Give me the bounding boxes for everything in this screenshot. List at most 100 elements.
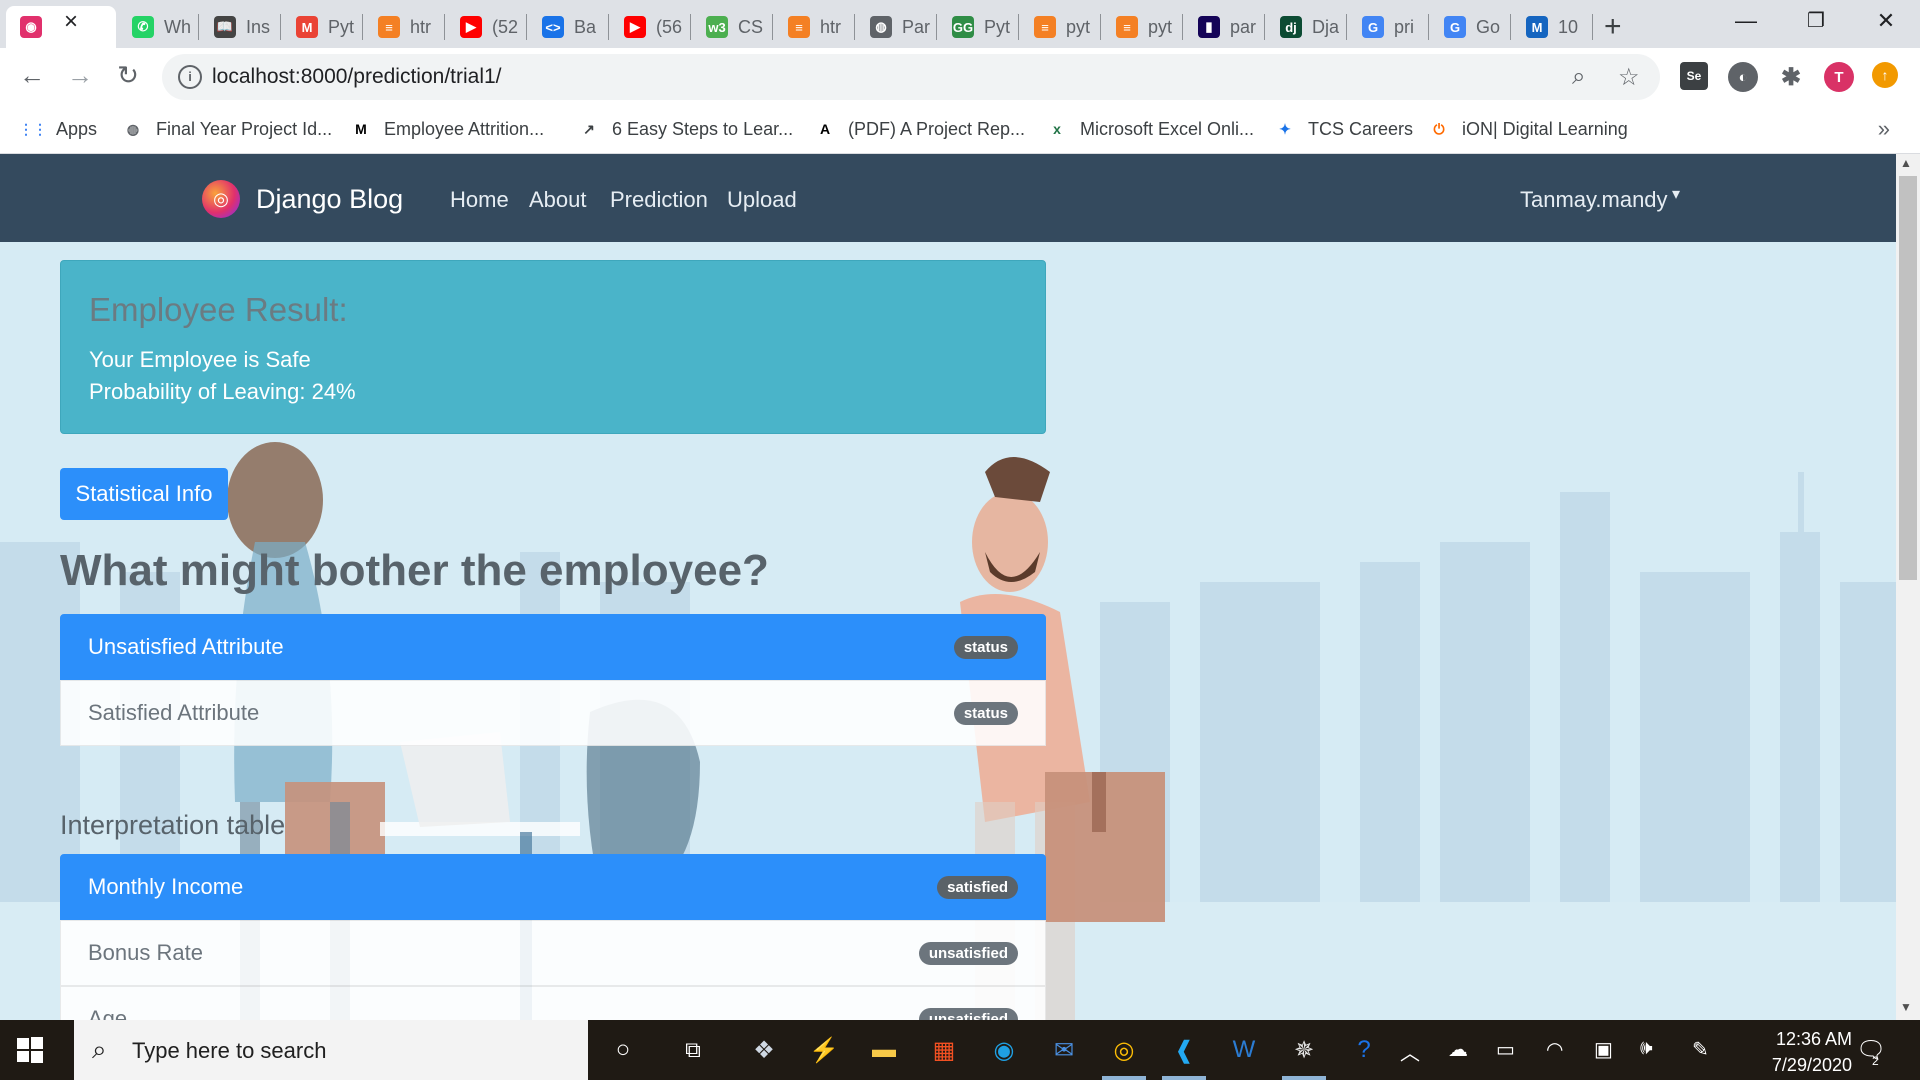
- browser-tab[interactable]: G Go: [1430, 6, 1510, 48]
- scroll-down-icon[interactable]: ▼: [1900, 1000, 1912, 1014]
- forward-button[interactable]: →: [62, 60, 98, 91]
- bookmark-star-icon[interactable]: ☆: [1618, 63, 1640, 92]
- browser-tab[interactable]: 📖 Ins: [200, 6, 280, 48]
- taskbar-search-placeholder[interactable]: Type here to search: [132, 1038, 326, 1064]
- attribute-list-item[interactable]: Satisfied Attribute status: [60, 680, 1046, 746]
- file-explorer-icon[interactable]: ▬: [866, 1032, 902, 1068]
- statistical-info-button[interactable]: Statistical Info: [60, 468, 228, 520]
- new-tab-button[interactable]: +: [1604, 10, 1622, 44]
- help-icon[interactable]: ?: [1346, 1032, 1382, 1068]
- mail-icon[interactable]: ✉: [1046, 1032, 1082, 1068]
- browser-tab[interactable]: w3 CS: [692, 6, 772, 48]
- volume-icon[interactable]: 🕪: [1640, 1037, 1653, 1060]
- browser-tab[interactable]: ≡ pyt: [1102, 6, 1182, 48]
- wifi-icon[interactable]: ◠: [1546, 1037, 1563, 1062]
- onedrive-icon[interactable]: ☁: [1448, 1037, 1468, 1062]
- status-badge: status: [953, 635, 1018, 659]
- browser-tab[interactable]: GG Pyt: [938, 6, 1018, 48]
- bookmark-item[interactable]: ⋮⋮ Apps: [19, 118, 97, 140]
- bookmark-item[interactable]: ⏻ iON| Digital Learning: [1428, 118, 1627, 140]
- browser-tab[interactable]: ✆ Wh: [118, 6, 198, 48]
- site-info-icon[interactable]: i: [178, 65, 202, 89]
- medium-icon: M: [355, 121, 367, 137]
- close-window-button[interactable]: ✕: [1866, 8, 1906, 34]
- nav-about[interactable]: About: [529, 187, 587, 213]
- tab-separator: [936, 14, 937, 40]
- reload-button[interactable]: ↻: [110, 60, 146, 91]
- extension-circle-icon[interactable]: ◐: [1728, 62, 1758, 92]
- back-button[interactable]: ←: [14, 60, 50, 91]
- table-row[interactable]: Monthly Income satisfied: [60, 854, 1046, 920]
- list-item-label: Unsatisfied Attribute: [88, 634, 284, 659]
- bookmark-item[interactable]: A (PDF) A Project Rep...: [814, 118, 1025, 140]
- employee-result-alert: Employee Result: Your Employee is Safe P…: [60, 260, 1046, 434]
- chevron-down-icon[interactable]: ▾: [1672, 184, 1680, 204]
- close-tab-icon[interactable]: ×: [64, 8, 78, 36]
- address-bar[interactable]: i localhost:8000/prediction/trial1/ ⌕ ☆: [162, 54, 1660, 100]
- browser-tab[interactable]: ▮ par: [1184, 6, 1264, 48]
- bookmark-label: Final Year Project Id...: [156, 118, 333, 139]
- network-graph-icon[interactable]: ✵: [1286, 1032, 1322, 1068]
- pen-icon[interactable]: ✎: [1692, 1037, 1709, 1062]
- attribute-list-item[interactable]: Unsatisfied Attribute status: [60, 614, 1046, 680]
- selenium-extension-icon[interactable]: Se: [1680, 62, 1708, 90]
- browser-tab[interactable]: <> Ba: [528, 6, 608, 48]
- table-row[interactable]: Bonus Rate unsatisfied: [60, 920, 1046, 986]
- browser-tab[interactable]: ▶ (52: [446, 6, 526, 48]
- browser-tab[interactable]: Gpri: [1348, 6, 1428, 48]
- display-icon[interactable]: ▣: [1594, 1037, 1613, 1062]
- browser-tab[interactable]: ▶ (56: [610, 6, 690, 48]
- more-bookmarks-icon[interactable]: »: [1878, 116, 1890, 142]
- cortana-icon[interactable]: ○: [605, 1032, 641, 1068]
- azure-data-studio-icon[interactable]: ⚡: [806, 1032, 842, 1068]
- table-row[interactable]: Age unsatisfied: [60, 986, 1046, 1020]
- profile-avatar[interactable]: T: [1824, 62, 1854, 92]
- scrollbar-thumb[interactable]: [1899, 176, 1917, 580]
- minimize-button[interactable]: —: [1726, 8, 1766, 34]
- user-menu[interactable]: Tanmay.mandy: [1520, 187, 1668, 213]
- word-icon[interactable]: W: [1226, 1032, 1262, 1068]
- chrome-icon[interactable]: ◎: [1106, 1032, 1142, 1068]
- edge-icon[interactable]: ◉: [986, 1032, 1022, 1068]
- taskbar-search-box[interactable]: ⌕ Type here to search: [74, 1020, 588, 1080]
- graph-app-active-indicator: [1282, 1076, 1326, 1080]
- browser-tab[interactable]: M Pyt: [282, 6, 362, 48]
- bookmark-item[interactable]: ◍ Final Year Project Id...: [122, 118, 332, 140]
- tab-title: htr: [410, 16, 432, 37]
- battery-icon[interactable]: ▭: [1496, 1037, 1515, 1062]
- browser-tab[interactable]: ≡ htr: [364, 6, 444, 48]
- url-text[interactable]: localhost:8000/prediction/trial1/: [212, 65, 502, 89]
- brand-link[interactable]: ◎ Django Blog: [202, 180, 403, 218]
- browser-tab[interactable]: ≡ pyt: [1020, 6, 1100, 48]
- nav-home[interactable]: Home: [450, 187, 509, 213]
- update-icon[interactable]: ↑: [1872, 62, 1898, 88]
- browser-tab[interactable]: ≡ htr: [774, 6, 854, 48]
- bookmark-item[interactable]: M Employee Attrition...: [350, 118, 544, 140]
- bookmark-item[interactable]: x Microsoft Excel Onli...: [1046, 118, 1254, 140]
- restore-button[interactable]: ❐: [1796, 8, 1836, 33]
- tab-separator: [1100, 14, 1101, 40]
- browser-tab[interactable]: M 10: [1512, 6, 1592, 48]
- nav-prediction[interactable]: Prediction: [610, 187, 708, 213]
- vscode-icon[interactable]: ❰: [1166, 1032, 1202, 1068]
- windows-start-icon[interactable]: [16, 1036, 44, 1064]
- system-clock[interactable]: 12:36 AM 7/29/2020: [1722, 1026, 1852, 1078]
- windows-taskbar: ⌕ Type here to search ○ ⧉ ❖ ⚡ ▬ ▦ ◉ ✉ ◎ …: [0, 1020, 1920, 1080]
- browser-tab[interactable]: ◍ Par: [856, 6, 936, 48]
- nav-upload[interactable]: Upload: [727, 187, 797, 213]
- dropbox-icon[interactable]: ❖: [746, 1032, 782, 1068]
- tab-title: Go: [1476, 16, 1501, 37]
- bookmark-item[interactable]: ↗ 6 Easy Steps to Lear...: [578, 118, 793, 140]
- scroll-up-icon[interactable]: ▲: [1900, 156, 1912, 170]
- zoom-icon[interactable]: ⌕: [1572, 63, 1585, 91]
- microsoft-store-icon[interactable]: ▦: [926, 1032, 962, 1068]
- browser-tab[interactable]: dj Dja: [1266, 6, 1346, 48]
- brand-name[interactable]: Django Blog: [256, 184, 403, 215]
- extensions-puzzle-icon[interactable]: ✱: [1776, 62, 1806, 92]
- show-hidden-icons-chevron-icon[interactable]: ︿: [1400, 1037, 1420, 1066]
- task-view-icon[interactable]: ⧉: [675, 1032, 711, 1068]
- browser-tab[interactable]: ◉: [6, 6, 116, 48]
- tab-separator: [526, 14, 527, 40]
- tab-separator: [198, 14, 199, 40]
- bookmark-item[interactable]: ✦ TCS Careers: [1274, 118, 1413, 140]
